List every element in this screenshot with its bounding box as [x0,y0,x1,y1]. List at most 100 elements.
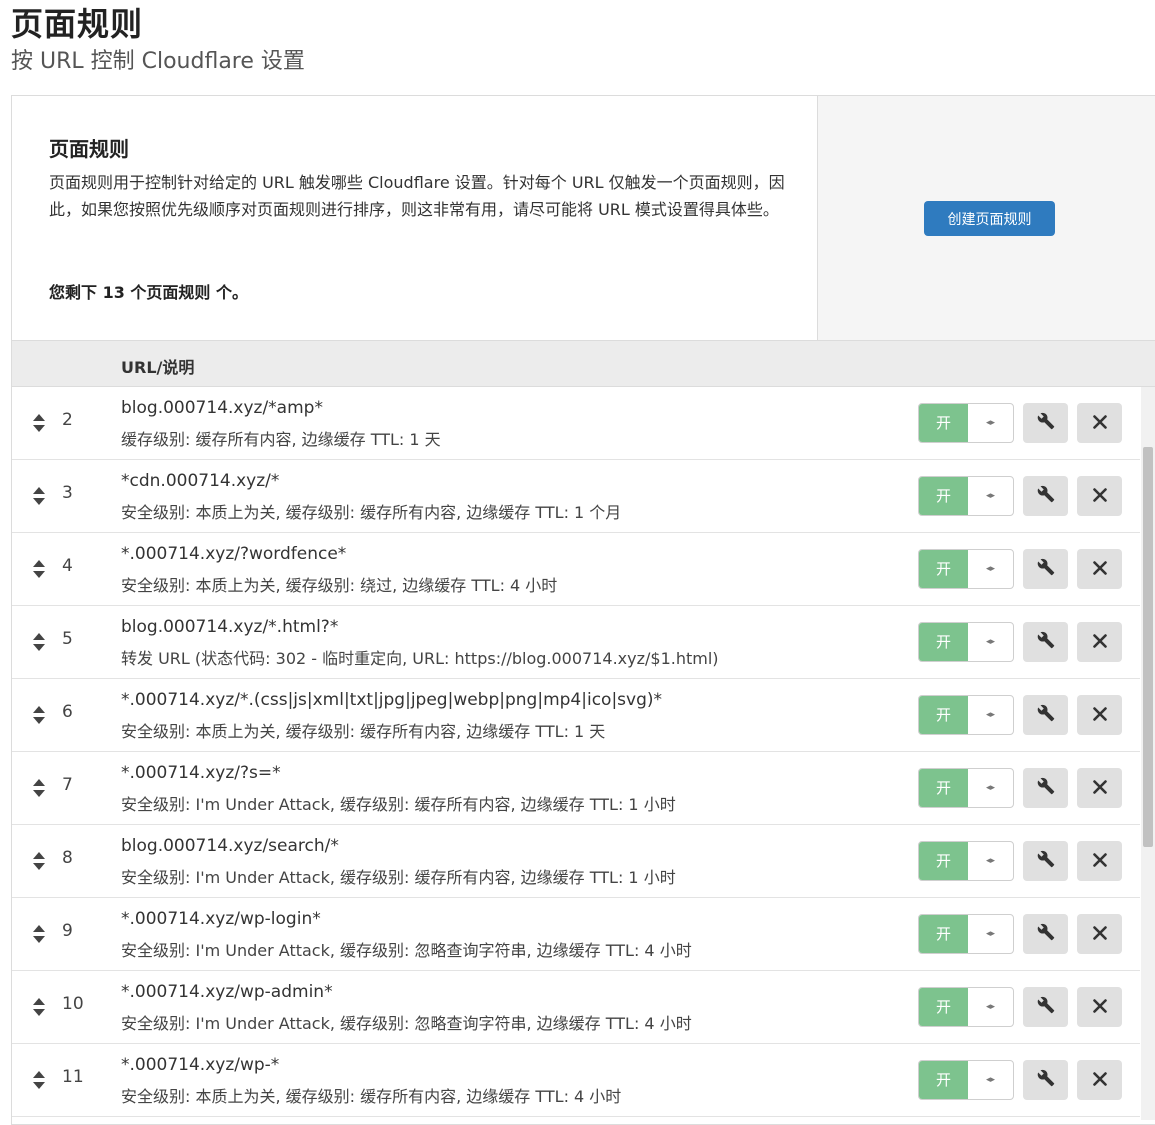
rule-url: *.000714.xyz/wp-login* [121,909,321,929]
toggle-knob-icon: ◂▸ [985,929,996,939]
edit-rule-button[interactable] [1023,987,1068,1027]
drag-handle-icon[interactable] [33,706,45,724]
edit-rule-button[interactable] [1023,841,1068,881]
drag-handle-icon[interactable] [33,633,45,651]
rule-row: 2 blog.000714.xyz/*amp* 缓存级别: 缓存所有内容, 边缘… [12,387,1140,460]
edit-rule-button[interactable] [1023,403,1068,443]
edit-rule-button[interactable] [1023,914,1068,954]
wrench-icon [1037,704,1055,726]
rule-priority: 2 [62,410,73,430]
wrench-icon [1037,996,1055,1018]
drag-handle-icon[interactable] [33,852,45,870]
page-title: 页面规则 [11,5,144,43]
delete-rule-button[interactable] [1077,476,1122,516]
drag-handle-icon[interactable] [33,1071,45,1089]
column-header-url: URL/说明 [121,358,195,377]
delete-rule-button[interactable] [1077,622,1122,662]
rule-url: blog.000714.xyz/*.html?* [121,617,339,637]
delete-rule-button[interactable] [1077,987,1122,1027]
action-panel: 创建页面规则 [818,96,1155,340]
toggle-on-label: 开 [919,915,968,953]
page-subtitle: 按 URL 控制 Cloudflare 设置 [11,49,305,74]
rule-priority: 11 [62,1067,84,1087]
rule-toggle[interactable]: 开 ◂▸ [918,622,1014,662]
close-icon [1092,487,1107,506]
rule-toggle[interactable]: 开 ◂▸ [918,1060,1014,1100]
delete-rule-button[interactable] [1077,1060,1122,1100]
delete-rule-button[interactable] [1077,403,1122,443]
close-icon [1092,414,1107,433]
toggle-knob-icon: ◂▸ [985,491,996,501]
rule-priority: 10 [62,994,84,1014]
rules-list: 2 blog.000714.xyz/*amp* 缓存级别: 缓存所有内容, 边缘… [12,387,1140,1117]
rule-row: 9 *.000714.xyz/wp-login* 安全级别: I'm Under… [12,898,1140,971]
rule-url: *.000714.xyz/?wordfence* [121,544,347,564]
toggle-on-label: 开 [919,623,968,661]
edit-rule-button[interactable] [1023,695,1068,735]
drag-handle-icon[interactable] [33,560,45,578]
toggle-knob-icon: ◂▸ [985,1075,996,1085]
edit-rule-button[interactable] [1023,622,1068,662]
rule-row: 4 *.000714.xyz/?wordfence* 安全级别: 本质上为关, … [12,533,1140,606]
drag-handle-icon[interactable] [33,414,45,432]
rule-toggle[interactable]: 开 ◂▸ [918,695,1014,735]
rule-row: 6 *.000714.xyz/*.(css|js|xml|txt|jpg|jpe… [12,679,1140,752]
close-icon [1092,1071,1107,1090]
intro-title: 页面规则 [49,137,129,161]
close-icon [1092,998,1107,1017]
remaining-rules-count: 您剩下 13 个页面规则 个。 [49,283,248,302]
drag-handle-icon[interactable] [33,487,45,505]
rule-row: 3 *cdn.000714.xyz/* 安全级别: 本质上为关, 缓存级别: 缓… [12,460,1140,533]
rule-settings: 安全级别: 本质上为关, 缓存级别: 缓存所有内容, 边缘缓存 TTL: 1 天 [121,722,606,741]
rule-priority: 8 [62,848,73,868]
edit-rule-button[interactable] [1023,476,1068,516]
rule-row: 11 *.000714.xyz/wp-* 安全级别: 本质上为关, 缓存级别: … [12,1044,1140,1117]
rule-toggle[interactable]: 开 ◂▸ [918,549,1014,589]
close-icon [1092,633,1107,652]
edit-rule-button[interactable] [1023,1060,1068,1100]
wrench-icon [1037,850,1055,872]
close-icon [1092,706,1107,725]
toggle-knob-icon: ◂▸ [985,710,996,720]
page-rules-card: 页面规则 页面规则用于控制针对给定的 URL 触发哪些 Cloudflare 设… [11,95,1155,1125]
toggle-knob-icon: ◂▸ [985,1002,996,1012]
wrench-icon [1037,777,1055,799]
delete-rule-button[interactable] [1077,768,1122,808]
drag-handle-icon[interactable] [33,998,45,1016]
toggle-on-label: 开 [919,477,968,515]
edit-rule-button[interactable] [1023,768,1068,808]
rule-settings: 安全级别: 本质上为关, 缓存级别: 缓存所有内容, 边缘缓存 TTL: 4 小… [121,1087,622,1106]
rule-url: *cdn.000714.xyz/* [121,471,280,491]
wrench-icon [1037,485,1055,507]
create-page-rule-button[interactable]: 创建页面规则 [924,201,1055,236]
rule-toggle[interactable]: 开 ◂▸ [918,841,1014,881]
rule-toggle[interactable]: 开 ◂▸ [918,403,1014,443]
toggle-on-label: 开 [919,842,968,880]
wrench-icon [1037,631,1055,653]
toggle-on-label: 开 [919,404,968,442]
toggle-knob-icon: ◂▸ [985,418,996,428]
edit-rule-button[interactable] [1023,549,1068,589]
toggle-on-label: 开 [919,769,968,807]
rule-toggle[interactable]: 开 ◂▸ [918,987,1014,1027]
delete-rule-button[interactable] [1077,549,1122,589]
rule-toggle[interactable]: 开 ◂▸ [918,768,1014,808]
rule-toggle[interactable]: 开 ◂▸ [918,476,1014,516]
rule-toggle[interactable]: 开 ◂▸ [918,914,1014,954]
scrollbar[interactable] [1141,387,1155,1120]
toggle-knob-icon: ◂▸ [985,637,996,647]
delete-rule-button[interactable] [1077,841,1122,881]
drag-handle-icon[interactable] [33,779,45,797]
toggle-knob-icon: ◂▸ [985,856,996,866]
rule-settings: 安全级别: I'm Under Attack, 缓存级别: 忽略查询字符串, 边… [121,941,692,960]
rule-settings: 安全级别: I'm Under Attack, 缓存级别: 忽略查询字符串, 边… [121,1014,692,1033]
drag-handle-icon[interactable] [33,925,45,943]
wrench-icon [1037,1069,1055,1091]
rule-priority: 6 [62,702,73,722]
delete-rule-button[interactable] [1077,695,1122,735]
table-header: URL/说明 [12,340,1155,387]
delete-rule-button[interactable] [1077,914,1122,954]
scrollbar-thumb[interactable] [1143,447,1153,847]
close-icon [1092,925,1107,944]
rule-url: *.000714.xyz/wp-* [121,1055,280,1075]
